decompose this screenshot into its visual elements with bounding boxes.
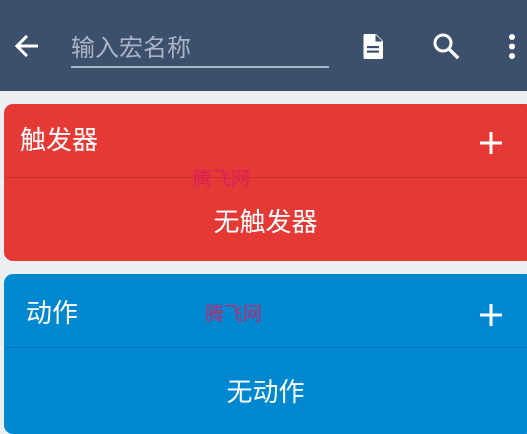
actions-title: 动作 [26, 299, 79, 329]
back-button[interactable] [10, 29, 44, 63]
arrow-back-icon [14, 34, 39, 58]
triggers-empty-text: 无触发器 [213, 208, 318, 238]
plus-icon [480, 304, 502, 326]
add-action-button[interactable] [476, 300, 506, 330]
document-icon [363, 34, 383, 59]
actions-header: 动作 [4, 274, 527, 347]
triggers-title: 触发器 [20, 126, 99, 156]
search-icon [433, 33, 460, 60]
app-bar [0, 0, 527, 91]
actions-card: 动作 无动作 [4, 274, 527, 434]
more-options-button[interactable] [495, 29, 527, 63]
triggers-header: 触发器 [4, 104, 527, 177]
macro-name-input[interactable] [71, 30, 329, 68]
actions-empty-text: 无动作 [226, 378, 305, 408]
document-button[interactable] [356, 29, 390, 63]
search-button[interactable] [429, 29, 463, 63]
triggers-card: 触发器 无触发器 [4, 104, 527, 261]
add-trigger-button[interactable] [476, 128, 506, 158]
plus-icon [480, 132, 502, 154]
triggers-divider [4, 177, 527, 178]
more-vert-icon [509, 34, 515, 59]
actions-divider [4, 347, 527, 348]
